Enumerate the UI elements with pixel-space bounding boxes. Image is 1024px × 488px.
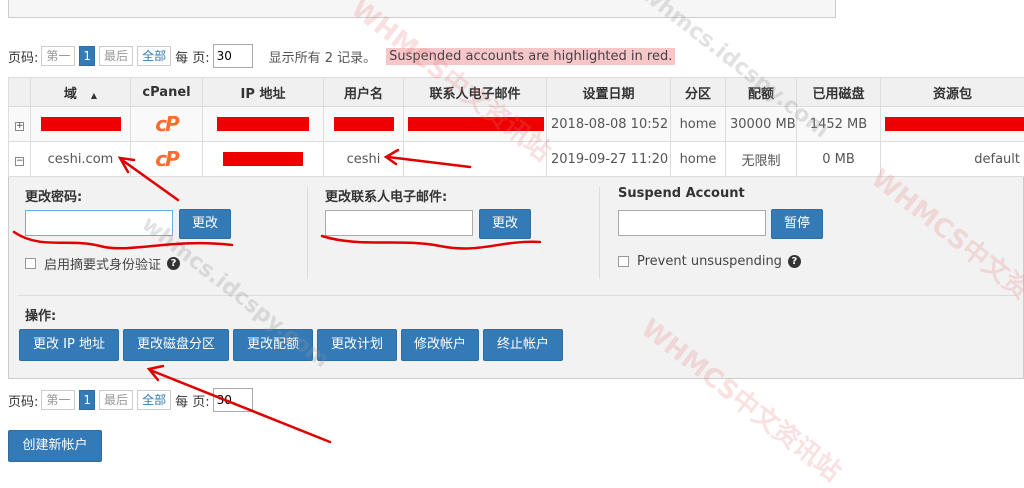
redacted-domain — [41, 117, 121, 131]
change-email-button[interactable]: 更改 — [479, 209, 531, 239]
suspended-note: Suspended accounts are highlighted in re… — [386, 48, 675, 65]
change-plan-button[interactable]: 更改计划 — [317, 329, 397, 361]
per-page-input[interactable] — [213, 44, 253, 68]
quota-cell: 无限制 — [726, 142, 797, 177]
disk-used-cell: 1452 MB — [797, 107, 881, 142]
last-page-button[interactable]: 最后 — [99, 390, 133, 410]
last-page-button[interactable]: 最后 — [99, 46, 133, 66]
header-domain[interactable]: 域▲ — [31, 78, 131, 107]
record-count: 显示所有 2 记录。 — [269, 47, 377, 66]
domain-cell[interactable] — [31, 107, 131, 142]
change-ip-button[interactable]: 更改 IP 地址 — [19, 329, 119, 361]
email-cell — [404, 142, 547, 177]
date-cell: 2019-09-27 11:20 — [547, 142, 671, 177]
top-panel-edge — [8, 0, 836, 18]
partition-cell: home — [671, 142, 726, 177]
redacted-email — [408, 117, 544, 131]
current-page-button[interactable]: 1 — [79, 390, 95, 410]
suspend-button[interactable]: 暂停 — [771, 209, 823, 239]
email-input[interactable] — [325, 210, 473, 236]
all-pages-button[interactable]: 全部 — [137, 46, 171, 66]
cpanel-logo-icon[interactable]: cP — [155, 112, 178, 136]
digest-auth-label: 启用摘要式身份验证 — [44, 254, 161, 273]
page-label: 页码: — [8, 47, 38, 66]
table-header-row: 域▲ cPanel IP 地址 用户名 联系人电子邮件 设置日期 分区 配额 已… — [9, 78, 1024, 107]
header-cpanel[interactable]: cPanel — [131, 78, 203, 107]
first-page-button[interactable]: 第一 — [41, 390, 75, 410]
expand-icon[interactable]: + — [15, 122, 24, 131]
cpanel-cell[interactable]: cP — [131, 142, 203, 177]
create-account-button[interactable]: 创建新帐户 — [8, 430, 102, 462]
accounts-table: 域▲ cPanel IP 地址 用户名 联系人电子邮件 设置日期 分区 配额 已… — [8, 77, 1024, 177]
partition-cell: home — [671, 107, 726, 142]
help-icon[interactable]: ? — [788, 255, 801, 268]
header-email[interactable]: 联系人电子邮件 — [404, 78, 547, 107]
ip-cell — [203, 142, 324, 177]
divider — [17, 295, 1017, 296]
suspend-reason-input[interactable] — [618, 210, 766, 236]
sort-asc-icon: ▲ — [91, 91, 97, 100]
account-detail-panel: 更改密码: 更改 启用摘要式身份验证 ? 更改联系人电子邮件: 更改 Suspe… — [8, 177, 1024, 379]
help-icon[interactable]: ? — [167, 257, 180, 270]
header-disk-used[interactable]: 已用磁盘 — [797, 78, 881, 107]
redacted-package — [885, 117, 1024, 131]
table-row: − ceshi.com cP ceshi 2019-09-27 11:20 ho… — [9, 142, 1024, 177]
header-ip[interactable]: IP 地址 — [203, 78, 324, 107]
actions-title: 操作: — [25, 305, 56, 324]
per-page-label: 每 页: — [175, 391, 210, 410]
header-expander — [9, 78, 31, 107]
disk-used-cell: 0 MB — [797, 142, 881, 177]
redacted-username — [334, 117, 394, 131]
header-package[interactable]: 资源包 — [881, 78, 1024, 107]
password-input[interactable] — [25, 210, 173, 236]
cpanel-logo-icon[interactable]: cP — [155, 147, 178, 171]
page-label: 页码: — [8, 391, 38, 410]
all-pages-button[interactable]: 全部 — [137, 390, 171, 410]
ip-cell — [203, 107, 324, 142]
change-quota-button[interactable]: 更改配额 — [233, 329, 313, 361]
username-cell — [324, 107, 404, 142]
redacted-ip — [217, 117, 309, 131]
pager-bottom: 页码: 第一 1 最后 全部 每 页: — [8, 388, 253, 412]
change-password-title: 更改密码: — [25, 186, 82, 205]
change-email-title: 更改联系人电子邮件: — [325, 186, 447, 205]
change-password-button[interactable]: 更改 — [179, 209, 231, 239]
per-page-input[interactable] — [213, 388, 253, 412]
email-cell — [404, 107, 547, 142]
current-page-button[interactable]: 1 — [79, 46, 95, 66]
divider — [599, 187, 600, 279]
suspend-title: Suspend Account — [618, 186, 745, 201]
username-cell: ceshi — [324, 142, 404, 177]
header-date[interactable]: 设置日期 — [547, 78, 671, 107]
terminate-account-button[interactable]: 终止帐户 — [483, 329, 563, 361]
divider — [307, 187, 308, 279]
modify-account-button[interactable]: 修改帐户 — [401, 329, 479, 361]
first-page-button[interactable]: 第一 — [41, 46, 75, 66]
domain-cell[interactable]: ceshi.com — [31, 142, 131, 177]
package-cell[interactable] — [881, 107, 1024, 142]
package-cell[interactable]: default — [881, 142, 1024, 177]
row-expander[interactable]: + — [9, 107, 31, 142]
pager-top: 页码: 第一 1 最后 全部 每 页: 显示所有 2 记录。 Suspended… — [8, 44, 675, 68]
per-page-label: 每 页: — [175, 47, 210, 66]
header-username[interactable]: 用户名 — [324, 78, 404, 107]
table-row: + cP 2018-08-08 10:52 home 30000 MB 1452… — [9, 107, 1024, 142]
redacted-ip — [223, 152, 303, 166]
collapse-icon[interactable]: − — [15, 157, 24, 166]
row-expander[interactable]: − — [9, 142, 31, 177]
checkbox-box[interactable] — [25, 258, 36, 269]
date-cell: 2018-08-08 10:52 — [547, 107, 671, 142]
header-partition[interactable]: 分区 — [671, 78, 726, 107]
quota-cell: 30000 MB — [726, 107, 797, 142]
prevent-unsuspend-label: Prevent unsuspending — [637, 254, 782, 269]
digest-auth-checkbox[interactable]: 启用摘要式身份验证 ? — [25, 254, 180, 273]
header-quota[interactable]: 配额 — [726, 78, 797, 107]
cpanel-cell[interactable]: cP — [131, 107, 203, 142]
checkbox-box[interactable] — [618, 256, 629, 267]
change-partition-button[interactable]: 更改磁盘分区 — [123, 329, 229, 361]
prevent-unsuspend-checkbox[interactable]: Prevent unsuspending ? — [618, 254, 801, 269]
